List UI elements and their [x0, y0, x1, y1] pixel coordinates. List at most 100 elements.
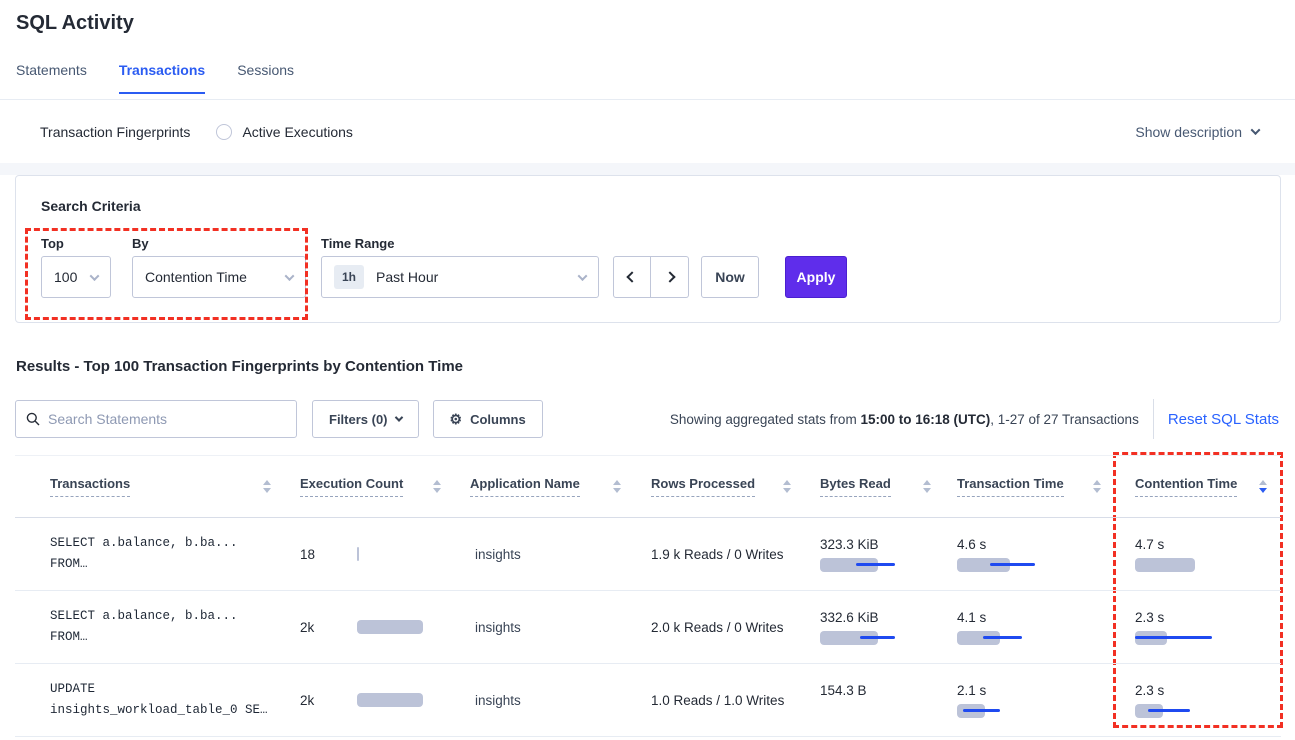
rows-processed-cell: 1.0 Reads / 1.0 Writes [635, 664, 805, 736]
transaction-time-cell: 4.1 s [945, 591, 1115, 663]
now-button[interactable]: Now [701, 256, 759, 298]
chevron-down-icon [1251, 125, 1261, 135]
search-statements-box [15, 400, 297, 438]
table-row: SELECT a.balance, b.ba...FROM… 18 insigh… [15, 518, 1281, 591]
transaction-time-bar [957, 558, 1057, 572]
tab-sessions[interactable]: Sessions [237, 62, 294, 94]
top-select[interactable]: 100 [41, 256, 111, 298]
application-name-cell: insights [455, 664, 635, 736]
radio-transaction-fingerprints[interactable]: Transaction Fingerprints [40, 124, 190, 140]
aggregated-stats-text: Showing aggregated stats from 15:00 to 1… [670, 412, 1139, 427]
transaction-time-bar [957, 704, 1057, 718]
execution-count-cell: 2k [285, 591, 455, 663]
apply-button[interactable]: Apply [785, 256, 847, 298]
column-header-contention-time[interactable]: Contention Time [1115, 476, 1281, 497]
application-name-cell: insights [455, 518, 635, 590]
contention-time-bar [1135, 558, 1235, 572]
table-row: SELECT a.balance, b.ba...FROM… 2k insigh… [15, 591, 1281, 664]
sort-icon[interactable] [1259, 480, 1267, 493]
column-header-transactions[interactable]: Transactions [15, 476, 285, 497]
execution-count-bar [357, 547, 427, 561]
filters-label: Filters (0) [329, 412, 388, 427]
column-header-bytes-read[interactable]: Bytes Read [805, 476, 945, 497]
transactions-table: Transactions Execution Count Application… [15, 455, 1281, 737]
contention-time-cell: 2.3 s [1115, 664, 1281, 736]
gear-icon: ⚙ [450, 412, 463, 426]
top-select-value: 100 [54, 269, 77, 285]
stats-time-range: 15:00 to 16:18 (UTC) [860, 412, 990, 427]
radio-label: Transaction Fingerprints [40, 124, 190, 140]
show-description-toggle[interactable]: Show description [1135, 124, 1259, 140]
reset-sql-stats-link[interactable]: Reset SQL Stats [1168, 411, 1281, 428]
contention-time-cell: 2.3 s [1115, 591, 1281, 663]
execution-count-cell: 18 [285, 518, 455, 590]
transaction-query-link[interactable]: SELECT a.balance, b.ba...FROM… [15, 591, 285, 663]
columns-label: Columns [470, 412, 526, 427]
tab-statements[interactable]: Statements [16, 62, 87, 94]
top-label: Top [41, 236, 64, 251]
radio-active-executions[interactable]: Active Executions [216, 124, 353, 140]
sort-icon[interactable] [923, 480, 931, 493]
radio-label: Active Executions [242, 124, 353, 140]
sort-icon[interactable] [1093, 480, 1101, 493]
view-toggle-row: Transaction Fingerprints Active Executio… [0, 100, 1295, 163]
sort-icon[interactable] [613, 480, 621, 493]
execution-count-bar [357, 620, 427, 634]
contention-time-bar [1135, 704, 1235, 718]
time-nav-group [613, 256, 689, 298]
chevron-right-icon [664, 271, 675, 282]
contention-time-cell: 4.7 s [1115, 518, 1281, 590]
time-range-value: Past Hour [376, 269, 438, 285]
transaction-query-link[interactable]: SELECT a.balance, b.ba...FROM… [15, 518, 285, 590]
transaction-time-bar [957, 631, 1057, 645]
column-header-execution-count[interactable]: Execution Count [285, 476, 455, 497]
transaction-time-cell: 2.1 s [945, 664, 1115, 736]
results-controls: Filters (0) ⚙ Columns Showing aggregated… [15, 399, 1281, 439]
previous-time-button[interactable] [613, 256, 651, 298]
time-range-badge: 1h [334, 265, 364, 289]
time-range-select[interactable]: 1h Past Hour [321, 256, 599, 298]
table-row: UPDATEinsights_workload_table_0 SE… 2k i… [15, 664, 1281, 737]
chevron-down-icon [394, 413, 402, 421]
search-statements-input[interactable] [48, 411, 286, 427]
bytes-read-cell: 332.6 KiB [805, 591, 945, 663]
vertical-divider [1153, 399, 1154, 439]
sort-icon[interactable] [433, 480, 441, 493]
rows-processed-cell: 2.0 k Reads / 0 Writes [635, 591, 805, 663]
search-icon [26, 412, 40, 426]
tab-transactions[interactable]: Transactions [119, 62, 205, 94]
search-criteria-heading: Search Criteria [41, 198, 141, 214]
execution-count-bar [357, 693, 427, 707]
execution-count-cell: 2k [285, 664, 455, 736]
radio-unselected-icon [216, 124, 232, 140]
table-header-row: Transactions Execution Count Application… [15, 456, 1281, 518]
transaction-query-link[interactable]: UPDATEinsights_workload_table_0 SE… [15, 664, 285, 736]
transaction-time-cell: 4.6 s [945, 518, 1115, 590]
rows-processed-cell: 1.9 k Reads / 0 Writes [635, 518, 805, 590]
section-gap [0, 163, 1295, 175]
chevron-left-icon [626, 271, 637, 282]
by-label: By [132, 236, 149, 251]
by-select-value: Contention Time [145, 269, 247, 285]
chevron-down-icon [285, 271, 295, 281]
application-name-cell: insights [455, 591, 635, 663]
contention-time-bar [1135, 631, 1235, 645]
tab-bar: Statements Transactions Sessions [16, 62, 294, 94]
results-heading: Results - Top 100 Transaction Fingerprin… [16, 358, 463, 375]
columns-button[interactable]: ⚙ Columns [433, 400, 543, 438]
chevron-down-icon [90, 271, 100, 281]
bytes-read-cell: 154.3 B [805, 664, 945, 736]
by-select[interactable]: Contention Time [132, 256, 306, 298]
sort-icon[interactable] [263, 480, 271, 493]
sort-icon[interactable] [783, 480, 791, 493]
search-criteria-card: Search Criteria Top 100 By Contention Ti… [15, 175, 1281, 323]
next-time-button[interactable] [651, 256, 689, 298]
show-description-label: Show description [1135, 124, 1242, 140]
bytes-read-bar [820, 558, 920, 572]
filters-button[interactable]: Filters (0) [312, 400, 419, 438]
bytes-read-bar [820, 631, 920, 645]
column-header-application-name[interactable]: Application Name [455, 476, 635, 497]
column-header-transaction-time[interactable]: Transaction Time [945, 476, 1115, 497]
chevron-down-icon [578, 271, 588, 281]
column-header-rows-processed[interactable]: Rows Processed [635, 476, 805, 497]
